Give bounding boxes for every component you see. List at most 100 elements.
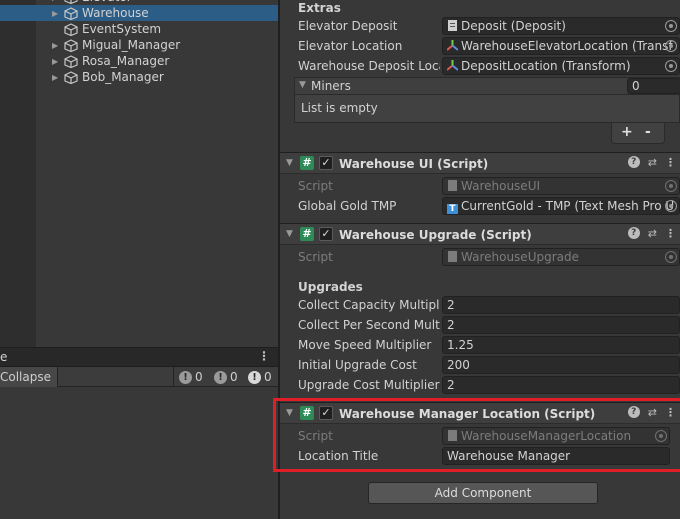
- console-menu-icon[interactable]: ⋮: [258, 349, 270, 363]
- upgrade-field-input[interactable]: 2: [442, 316, 680, 334]
- warning-count: 0: [230, 370, 238, 384]
- warehouse-upgrade-component-header[interactable]: ▼ # ✓ Warehouse Upgrade (Script) ? ⇄ ⋮: [280, 223, 680, 245]
- script-label: Script: [298, 179, 333, 193]
- upgrade-field-label: Upgrade Cost Multiplier: [298, 378, 440, 392]
- script-object-icon: [448, 20, 457, 31]
- upgrades-header: Upgrades: [298, 280, 363, 294]
- hierarchy-item-label: Bob_Manager: [82, 70, 164, 84]
- remove-element-button[interactable]: -: [645, 124, 651, 140]
- warehouse-deposit-value: DepositLocation (Transform): [461, 59, 631, 73]
- hierarchy-panel: ▶Elevator▶WarehouseEventSystem▶Migual_Ma…: [0, 0, 278, 347]
- hierarchy-item-label: Rosa_Manager: [82, 54, 170, 68]
- miners-count-field[interactable]: 0: [627, 78, 680, 94]
- upgrade-field-value: 2: [447, 378, 455, 392]
- context-menu-icon[interactable]: ⋮: [665, 227, 676, 240]
- presets-icon[interactable]: ⇄: [648, 227, 657, 240]
- object-picker-icon: [665, 180, 677, 192]
- upgrade-field-label: Initial Upgrade Cost: [298, 358, 417, 372]
- help-icon[interactable]: ?: [627, 156, 640, 168]
- add-element-button[interactable]: +: [621, 124, 633, 140]
- upgrade-field-input[interactable]: 200: [442, 356, 680, 374]
- context-menu-icon[interactable]: ⋮: [665, 156, 676, 169]
- expand-arrow-icon[interactable]: ▶: [52, 9, 62, 18]
- object-picker-icon[interactable]: [665, 200, 677, 212]
- text-mesh-pro-icon: T: [447, 204, 458, 214]
- error-count-toggle[interactable]: ! 0: [248, 369, 272, 385]
- fold-arrow-icon[interactable]: ▼: [286, 158, 293, 168]
- object-picker-icon[interactable]: [665, 60, 677, 72]
- hierarchy-item[interactable]: ▶ Bob_Manager: [0, 69, 278, 85]
- script-value: WarehouseUI: [461, 179, 541, 193]
- list-empty-text: List is empty: [301, 101, 378, 115]
- miners-count: 0: [632, 79, 640, 93]
- expand-arrow-icon[interactable]: ▶: [52, 73, 62, 82]
- hierarchy-item-label: EventSystem: [82, 22, 162, 36]
- fold-arrow-icon[interactable]: ▼: [286, 229, 293, 239]
- list-buttons: + -: [611, 123, 665, 144]
- global-gold-tmp-field[interactable]: T CurrentGold - TMP (Text Mesh Pro U: [442, 197, 680, 215]
- collapse-button[interactable]: Collapse: [0, 367, 58, 387]
- console-panel: e ⋮ Collapse ! 0 ! 0 ! 0: [0, 347, 278, 519]
- expand-arrow-icon[interactable]: ▶: [52, 0, 62, 2]
- hierarchy-item[interactable]: ▶ Warehouse: [0, 5, 278, 21]
- miners-list-header[interactable]: ▼ Miners 0: [294, 77, 680, 95]
- component-title: Warehouse Upgrade (Script): [339, 228, 532, 242]
- transform-icon: [447, 40, 458, 51]
- script-value: WarehouseUpgrade: [461, 250, 579, 264]
- warehouse-ui-component-header[interactable]: ▼ # ✓ Warehouse UI (Script) ? ⇄ ⋮: [280, 152, 680, 174]
- script-label: Script: [298, 250, 333, 264]
- upgrade-field-value: 200: [447, 358, 470, 372]
- enabled-checkbox[interactable]: ✓: [319, 156, 333, 170]
- highlight-box: [273, 398, 680, 472]
- fold-arrow-icon: ▼: [299, 80, 306, 90]
- info-count: 0: [195, 370, 203, 384]
- presets-icon[interactable]: ⇄: [648, 156, 657, 169]
- expand-arrow-icon[interactable]: ▶: [52, 41, 62, 50]
- hierarchy-item-label: Migual_Manager: [82, 38, 181, 52]
- console-tab-bar: e ⋮: [0, 347, 278, 367]
- upgrade-field-input[interactable]: 1.25: [442, 336, 680, 354]
- error-icon: !: [248, 370, 261, 384]
- toolbar-divider: [173, 367, 174, 387]
- elevator-location-field[interactable]: WarehouseElevatorLocation (Transf: [442, 37, 680, 55]
- add-component-button[interactable]: Add Component: [368, 482, 598, 504]
- object-picker-icon[interactable]: [665, 40, 677, 52]
- gameobject-cube-icon: [64, 23, 78, 37]
- script-field: WarehouseUpgrade: [442, 248, 680, 266]
- upgrade-field-input[interactable]: 2: [442, 296, 680, 314]
- console-tab-label[interactable]: e: [0, 350, 7, 364]
- upgrade-field-label: Move Speed Multiplier: [298, 338, 432, 352]
- upgrade-field-value: 2: [447, 318, 455, 332]
- script-file-icon: [448, 251, 457, 262]
- expand-arrow-icon[interactable]: ▶: [52, 57, 62, 66]
- hierarchy-item[interactable]: ▶ Migual_Manager: [0, 37, 278, 53]
- warning-count-toggle[interactable]: ! 0: [214, 369, 238, 385]
- hierarchy-item[interactable]: ▶ Rosa_Manager: [0, 53, 278, 69]
- component-title: Warehouse UI (Script): [339, 157, 489, 171]
- warehouse-deposit-field[interactable]: DepositLocation (Transform): [442, 57, 680, 75]
- upgrade-field-input[interactable]: 2: [442, 376, 680, 394]
- error-count: 0: [264, 370, 272, 384]
- elevator-deposit-value: Deposit (Deposit): [461, 19, 566, 33]
- miners-list-body: List is empty: [294, 95, 680, 123]
- transform-icon: [447, 60, 458, 71]
- gameobject-cube-icon: [64, 39, 78, 53]
- gameobject-cube-icon: [64, 0, 78, 5]
- hierarchy-item[interactable]: EventSystem: [0, 21, 278, 37]
- upgrade-field-value: 1.25: [447, 338, 474, 352]
- miners-label: Miners: [311, 79, 351, 93]
- elevator-location-label: Elevator Location: [298, 39, 403, 53]
- upgrade-field-label: Collect Capacity Multiplie: [298, 298, 440, 312]
- help-icon[interactable]: ?: [627, 227, 640, 239]
- global-gold-tmp-value: CurrentGold - TMP (Text Mesh Pro U: [461, 199, 675, 213]
- extras-header: Extras: [298, 1, 341, 15]
- global-gold-tmp-label: Global Gold TMP: [298, 199, 397, 213]
- upgrade-field-value: 2: [447, 298, 455, 312]
- script-file-icon: [448, 180, 457, 191]
- csharp-script-icon: #: [300, 156, 314, 170]
- enabled-checkbox[interactable]: ✓: [319, 227, 333, 241]
- csharp-script-icon: #: [300, 227, 314, 241]
- elevator-deposit-field[interactable]: Deposit (Deposit): [442, 17, 680, 35]
- info-count-toggle[interactable]: ! 0: [179, 369, 203, 385]
- object-picker-icon[interactable]: [665, 20, 677, 32]
